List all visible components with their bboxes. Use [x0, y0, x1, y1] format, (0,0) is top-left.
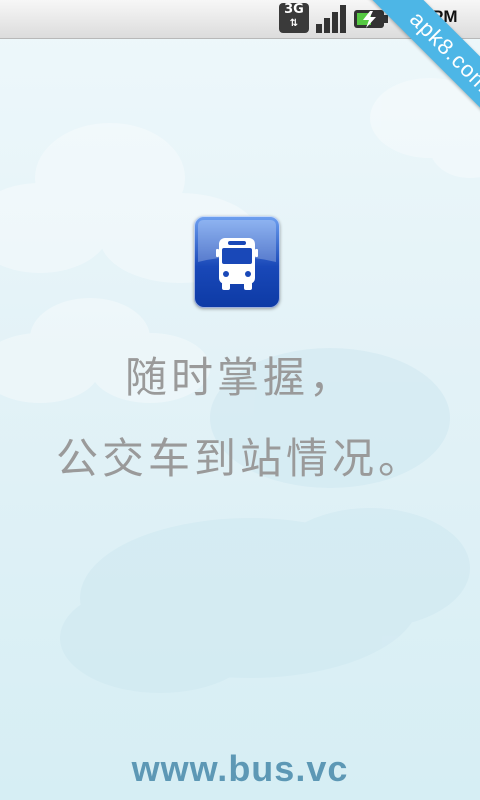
3g-data-icon: 3G ⇅	[279, 3, 309, 33]
cloud-background	[0, 78, 480, 693]
slogan-line-1: 随时掌握，	[124, 353, 355, 402]
status-time: PM	[432, 7, 458, 26]
website-link[interactable]: www.bus.vc	[0, 748, 480, 790]
network-type-label: 3G	[284, 2, 304, 17]
bus-app-icon	[194, 216, 280, 308]
status-bar: 3G ⇅ PM	[0, 0, 480, 39]
bus-icon	[198, 220, 276, 290]
signal-bars-icon	[316, 5, 346, 33]
slogan-line-2: 公交车到站情况。	[55, 434, 424, 483]
battery-charging-icon	[354, 10, 388, 28]
